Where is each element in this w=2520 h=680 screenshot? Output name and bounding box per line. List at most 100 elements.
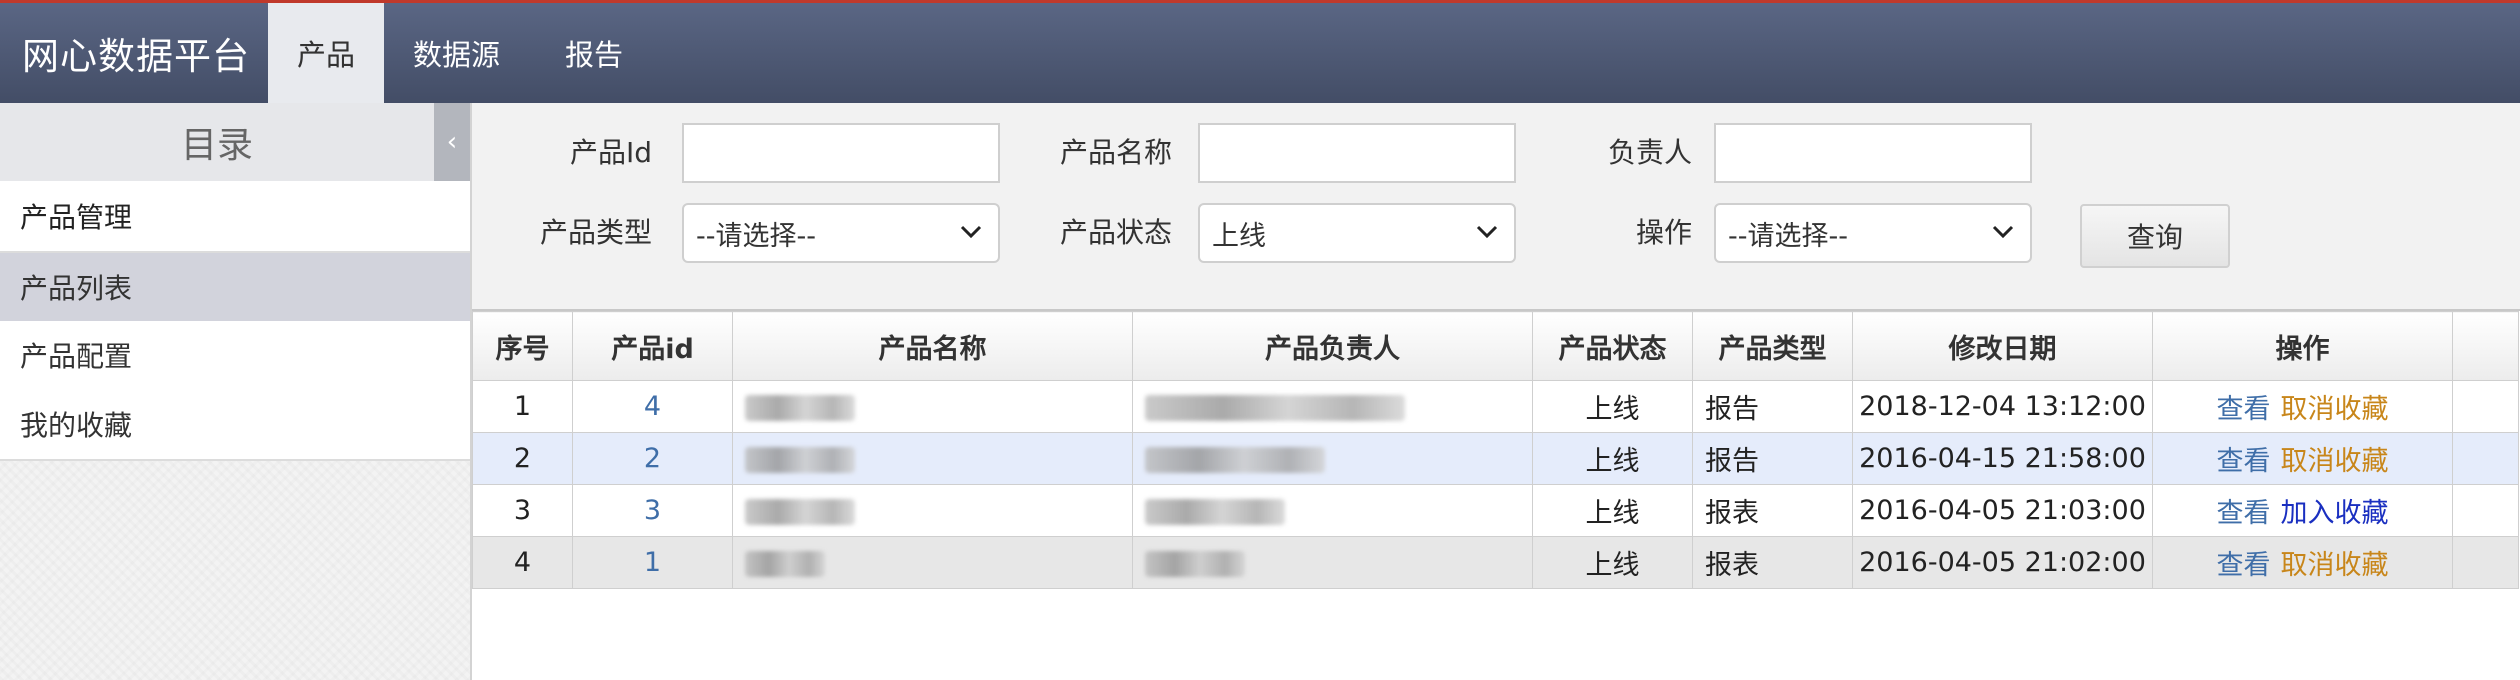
- cell-seq: 1: [472, 380, 573, 433]
- app-brand[interactable]: 网心数据平台: [0, 3, 268, 103]
- cell-seq: 4: [472, 536, 573, 589]
- redacted-product-name: [745, 394, 855, 421]
- product-id-label: 产品Id: [569, 136, 652, 169]
- cell-filler: [2452, 432, 2519, 485]
- sidebar-title: 目录: [180, 125, 253, 166]
- product-table: 序号 产品id 产品名称 产品负责人 产品状态 产品类型 修改日期 操作 1 4…: [472, 311, 2519, 589]
- chevron-down-icon: [1988, 217, 2018, 247]
- sidebar-item-product-list[interactable]: 产品列表: [0, 253, 470, 321]
- product-name-input[interactable]: [1198, 123, 1516, 183]
- column-header-type[interactable]: 产品类型: [1692, 311, 1853, 381]
- view-link[interactable]: 查看: [2217, 394, 2271, 425]
- operation-label: 操作: [1635, 216, 1692, 249]
- cell-seq: 3: [472, 484, 573, 537]
- product-id-input[interactable]: [682, 123, 1000, 183]
- sidebar-item-product-config[interactable]: 产品配置: [0, 321, 470, 389]
- cell-type: 报告: [1692, 432, 1853, 485]
- cell-modified-date: 2016-04-05 21:02:00: [1852, 536, 2153, 589]
- cell-product-id: 2: [572, 432, 733, 485]
- chevron-down-icon: [956, 217, 986, 247]
- product-id-link[interactable]: 4: [644, 391, 661, 422]
- cell-operation: 查看 取消收藏: [2152, 380, 2453, 433]
- column-header-operation[interactable]: 操作: [2152, 311, 2453, 381]
- redacted-owner: [1145, 550, 1245, 577]
- column-header-modified-date[interactable]: 修改日期: [1852, 311, 2153, 381]
- sidebar-group-product-management[interactable]: 产品管理: [0, 181, 470, 253]
- collapse-sidebar-button[interactable]: ‹: [434, 103, 470, 181]
- unfavorite-link[interactable]: 取消收藏: [2281, 394, 2389, 425]
- view-link[interactable]: 查看: [2217, 498, 2271, 529]
- chevron-left-icon: ‹: [446, 127, 458, 157]
- tab-datasource[interactable]: 数据源: [384, 3, 529, 103]
- cell-status: 上线: [1532, 380, 1693, 433]
- cell-owner: [1132, 432, 1533, 485]
- product-status-value: 上线: [1212, 220, 1266, 252]
- table-row[interactable]: 3 3 上线 报表 2016-04-05 21:03:00 查看 加入收藏: [472, 484, 2519, 537]
- cell-type: 报表: [1692, 484, 1853, 537]
- cell-operation: 查看 取消收藏: [2152, 536, 2453, 589]
- cell-modified-date: 2016-04-15 21:58:00: [1852, 432, 2153, 485]
- cell-type: 报告: [1692, 380, 1853, 433]
- cell-product-id: 4: [572, 380, 733, 433]
- product-id-link[interactable]: 3: [644, 495, 661, 526]
- cell-product-name: [732, 432, 1133, 485]
- owner-label: 负责人: [1607, 136, 1692, 169]
- cell-status: 上线: [1532, 536, 1693, 589]
- column-header-product-id[interactable]: 产品id: [572, 311, 733, 381]
- view-link[interactable]: 查看: [2217, 446, 2271, 477]
- cell-owner: [1132, 536, 1533, 589]
- unfavorite-link[interactable]: 取消收藏: [2281, 550, 2389, 581]
- redacted-owner: [1145, 498, 1285, 525]
- product-type-label: 产品类型: [539, 216, 652, 249]
- view-link[interactable]: 查看: [2217, 550, 2271, 581]
- column-header-owner[interactable]: 产品负责人: [1132, 311, 1533, 381]
- table-row[interactable]: 1 4 上线 报告 2018-12-04 13:12:00 查看 取消收藏: [472, 380, 2519, 433]
- product-table-container: 序号 产品id 产品名称 产品负责人 产品状态 产品类型 修改日期 操作 1 4…: [472, 309, 2520, 680]
- top-header: 网心数据平台 产品 数据源 报告: [0, 0, 2520, 103]
- cell-product-id: 3: [572, 484, 733, 537]
- owner-input[interactable]: [1714, 123, 2032, 183]
- cell-filler: [2452, 536, 2519, 589]
- product-status-select[interactable]: 上线: [1198, 203, 1516, 263]
- redacted-owner: [1145, 394, 1405, 421]
- cell-seq: 2: [472, 432, 573, 485]
- column-header-filler: [2452, 311, 2519, 381]
- redacted-product-name: [745, 498, 855, 525]
- redacted-owner: [1145, 446, 1325, 473]
- cell-operation: 查看 加入收藏: [2152, 484, 2453, 537]
- cell-owner: [1132, 484, 1533, 537]
- column-header-product-name[interactable]: 产品名称: [732, 311, 1133, 381]
- product-name-label: 产品名称: [1059, 136, 1172, 169]
- cell-modified-date: 2016-04-05 21:03:00: [1852, 484, 2153, 537]
- product-id-link[interactable]: 1: [644, 547, 661, 578]
- table-header-row: 序号 产品id 产品名称 产品负责人 产品状态 产品类型 修改日期 操作: [472, 311, 2519, 381]
- table-row[interactable]: 2 2 上线 报告 2016-04-15 21:58:00 查看 取消收藏: [472, 432, 2519, 485]
- product-type-value: --请选择--: [696, 220, 816, 252]
- cell-product-name: [732, 380, 1133, 433]
- cell-product-name: [732, 484, 1133, 537]
- sidebar-header: 目录 ‹: [0, 103, 470, 181]
- product-id-link[interactable]: 2: [644, 443, 661, 474]
- cell-filler: [2452, 484, 2519, 537]
- tab-product[interactable]: 产品: [268, 3, 384, 103]
- cell-product-id: 1: [572, 536, 733, 589]
- operation-select[interactable]: --请选择--: [1714, 203, 2032, 263]
- sidebar-item-my-favorites[interactable]: 我的收藏: [0, 389, 470, 461]
- favorite-link[interactable]: 加入收藏: [2281, 498, 2389, 529]
- column-header-status[interactable]: 产品状态: [1532, 311, 1693, 381]
- cell-owner: [1132, 380, 1533, 433]
- chevron-down-icon: [1472, 217, 1502, 247]
- cell-modified-date: 2018-12-04 13:12:00: [1852, 380, 2153, 433]
- unfavorite-link[interactable]: 取消收藏: [2281, 446, 2389, 477]
- product-status-label: 产品状态: [1059, 216, 1172, 249]
- query-button[interactable]: 查询: [2080, 204, 2230, 268]
- tab-report[interactable]: 报告: [529, 3, 659, 103]
- column-header-seq[interactable]: 序号: [472, 311, 573, 381]
- cell-status: 上线: [1532, 484, 1693, 537]
- cell-operation: 查看 取消收藏: [2152, 432, 2453, 485]
- operation-value: --请选择--: [1728, 220, 1848, 252]
- product-type-select[interactable]: --请选择--: [682, 203, 1000, 263]
- table-row[interactable]: 4 1 上线 报表 2016-04-05 21:02:00 查看 取消收藏: [472, 536, 2519, 589]
- cell-product-name: [732, 536, 1133, 589]
- sidebar: 目录 ‹ 产品管理 产品列表 产品配置 我的收藏: [0, 103, 472, 680]
